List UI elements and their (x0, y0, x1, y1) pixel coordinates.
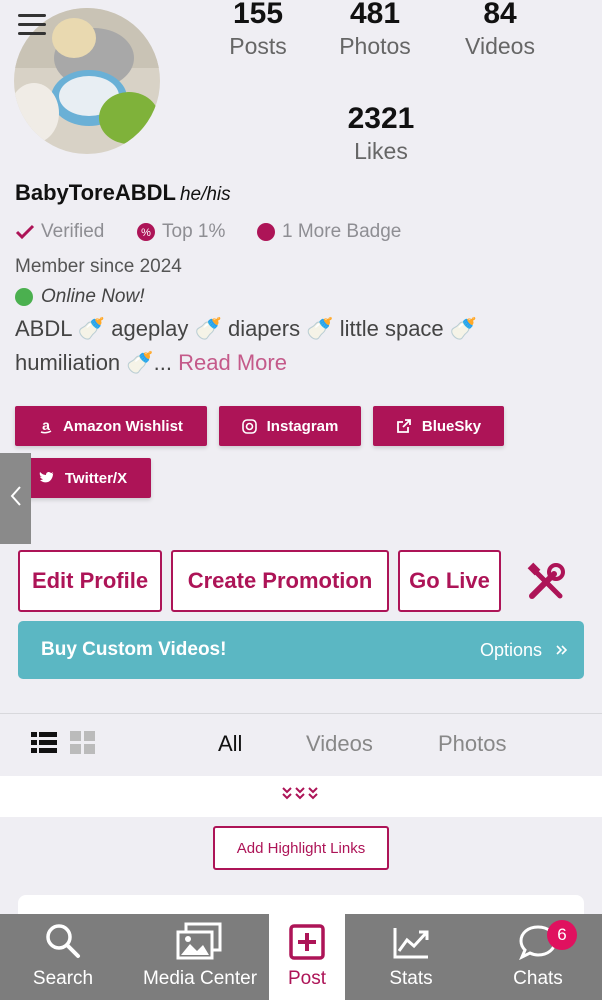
nav-media-center[interactable]: Media Center (140, 914, 260, 1000)
checkmark-icon (15, 224, 35, 240)
nav-media-center-label: Media Center (142, 968, 258, 989)
percent-badge-icon: % (136, 222, 156, 242)
nav-search-label: Search (32, 968, 94, 989)
twitter-button[interactable]: Twitter/X (15, 458, 151, 498)
instagram-button[interactable]: Instagram (219, 406, 361, 446)
bio-line-1: ABDL 🍼 ageplay 🍼 diapers 🍼 little space … (15, 316, 478, 341)
badge-top[interactable]: % Top 1% (136, 221, 225, 243)
tools-icon[interactable] (526, 562, 566, 607)
add-post-icon (289, 924, 325, 966)
online-status: Online Now! (15, 286, 145, 308)
stat-videos-label: Videos (465, 33, 535, 59)
bluesky-button[interactable]: BlueSky (373, 406, 504, 446)
side-drawer-handle[interactable] (0, 453, 31, 544)
bio: ABDL 🍼 ageplay 🍼 diapers 🍼 little space … (15, 312, 585, 380)
edit-profile-button[interactable]: Edit Profile (18, 550, 162, 612)
badge-verified[interactable]: Verified (15, 221, 104, 243)
custom-videos-title: Buy Custom Videos! (41, 639, 227, 660)
expand-strip[interactable] (0, 776, 602, 817)
add-highlight-links-button[interactable]: Add Highlight Links (213, 826, 389, 870)
read-more-link[interactable]: Read More (178, 350, 287, 375)
badge-verified-label: Verified (41, 221, 105, 242)
nav-stats[interactable]: Stats (378, 914, 444, 1000)
member-since: Member since 2024 (15, 256, 182, 277)
nav-post-label: Post (287, 968, 327, 989)
stat-posts-value: 155 (232, 0, 284, 30)
media-center-icon (176, 922, 224, 966)
stat-photos[interactable]: 481 Photos (310, 0, 440, 64)
stat-likes-value: 2321 (347, 102, 415, 135)
custom-videos-options[interactable]: Options (480, 640, 568, 661)
stat-photos-label: Photos (339, 33, 411, 59)
badge-top-label: Top 1% (162, 221, 226, 242)
amazon-icon: a (39, 418, 53, 434)
tab-videos[interactable]: Videos (306, 731, 373, 757)
search-icon (44, 922, 82, 966)
instagram-label: Instagram (266, 417, 339, 435)
nav-post[interactable]: Post (269, 906, 345, 1000)
bio-line-2: humiliation 🍼... (15, 350, 173, 375)
menu-icon[interactable] (18, 14, 46, 36)
grid-view-icon[interactable] (70, 731, 96, 755)
buy-custom-videos-banner[interactable]: Buy Custom Videos! Options (18, 621, 584, 679)
stat-photos-value: 481 (349, 0, 401, 30)
online-status-text: Online Now! (41, 286, 145, 307)
instagram-icon (241, 418, 257, 434)
pronouns: he/his (179, 184, 231, 205)
nav-chats-label: Chats (513, 968, 563, 989)
badge-more[interactable]: 1 More Badge (256, 221, 401, 243)
external-link-icon (396, 418, 412, 434)
bluesky-label: BlueSky (421, 417, 482, 435)
stat-posts-label: Posts (229, 33, 287, 59)
svg-text:a: a (42, 418, 50, 433)
list-view-icon[interactable] (31, 731, 57, 755)
stat-posts[interactable]: 155 Posts (193, 0, 323, 64)
go-live-button[interactable]: Go Live (398, 550, 501, 612)
options-label: Options (479, 639, 542, 660)
double-chevron-right-icon (556, 640, 568, 661)
stat-videos-value: 84 (483, 0, 517, 30)
online-dot-icon (15, 288, 33, 306)
stats-chart-icon (392, 926, 430, 966)
twitter-label: Twitter/X (64, 469, 128, 487)
badge-icon (256, 222, 276, 242)
amazon-wishlist-label: Amazon Wishlist (63, 417, 183, 435)
twitter-bird-icon (39, 471, 55, 485)
nav-search[interactable]: Search (25, 914, 101, 1000)
expand-chevrons-icon (281, 786, 321, 807)
tab-photos[interactable]: Photos (438, 731, 507, 757)
chevron-left-icon (10, 485, 22, 512)
amazon-wishlist-button[interactable]: a Amazon Wishlist (15, 406, 207, 446)
nav-stats-label: Stats (389, 968, 433, 989)
badge-more-label: 1 More Badge (282, 221, 402, 242)
create-promotion-button[interactable]: Create Promotion (171, 550, 389, 612)
username-text: BabyToreABDL (15, 180, 176, 205)
stat-likes[interactable]: 2321 Likes (316, 102, 446, 169)
svg-text:%: % (141, 227, 151, 239)
tab-all[interactable]: All (218, 731, 242, 757)
stat-videos[interactable]: 84 Videos (435, 0, 565, 64)
divider (0, 713, 602, 714)
chats-unread-badge: 6 (547, 920, 577, 950)
stat-likes-label: Likes (354, 138, 408, 164)
username: BabyToreABDL he/his (15, 180, 231, 206)
